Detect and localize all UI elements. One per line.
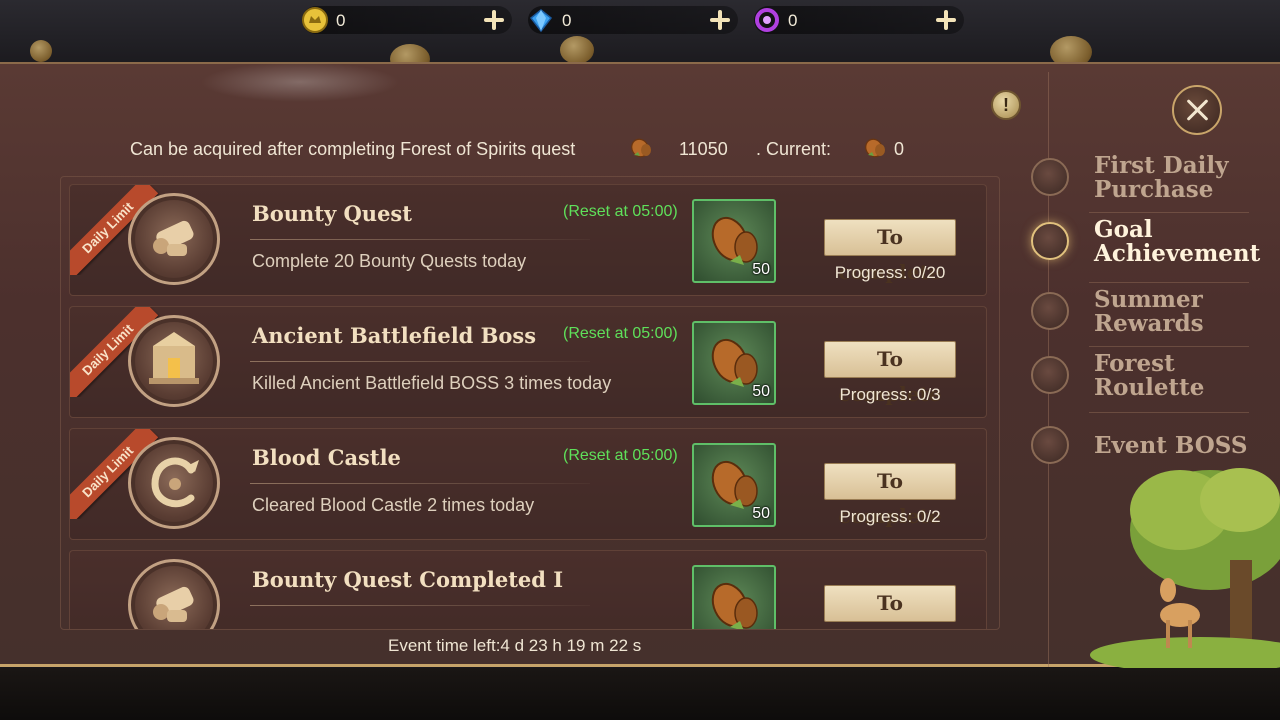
scroll-icon [128, 193, 220, 285]
side-label-line: Roulette [1094, 374, 1205, 401]
side-item-label: First Daily Purchase [1094, 154, 1228, 202]
requirement-text: Can be acquired after completing Forest … [130, 139, 576, 159]
scroll-icon [128, 559, 220, 629]
side-item-forest-roulette[interactable]: Forest Roulette [1031, 352, 1280, 416]
diamond-icon [529, 9, 553, 33]
quest-description: Killed Ancient Battlefield BOSS 3 times … [252, 373, 612, 393]
event-time-left: Event time left:4 d 23 h 19 m 22 s [388, 636, 642, 655]
panel-shine [200, 62, 400, 102]
title-divider [250, 605, 590, 606]
gold-amount: 0 [336, 11, 346, 30]
seed-icon [631, 138, 651, 158]
quest-reset-time: (Reset at 05:00) [563, 447, 678, 464]
requirement-amount: 11050 [679, 139, 728, 159]
card-icon [1031, 222, 1069, 260]
side-item-label: Goal Achievement [1094, 218, 1260, 266]
divider [1089, 346, 1249, 347]
divider [1089, 282, 1249, 283]
quest-row: Bounty Quest Completed I To complete [69, 550, 987, 629]
diamond-amount: 0 [562, 11, 572, 30]
reward-quantity: 50 [752, 505, 770, 522]
quest-progress: Progress: 0/20 [834, 263, 946, 282]
quest-reset-time: (Reset at 05:00) [563, 325, 678, 342]
currency-diamond: 0 [528, 6, 738, 34]
side-label-line: Achievement [1094, 240, 1261, 267]
to-complete-button[interactable]: To complete [824, 463, 956, 528]
demon-icon [1031, 426, 1069, 464]
quest-title: Bounty Quest Completed I [252, 567, 564, 592]
quest-title: Ancient Battlefield Boss [252, 323, 537, 348]
side-item-label: Forest Roulette [1094, 352, 1204, 400]
quest-description: Cleared Blood Castle 2 times today [252, 495, 535, 515]
to-complete-button[interactable]: To complete [824, 585, 956, 629]
side-item-summer-rewards[interactable]: Summer Rewards [1031, 288, 1280, 352]
quest-row: Daily Limit Blood Castle (Reset at 05:00… [69, 428, 987, 540]
currency-purple: 0 [754, 6, 964, 34]
quest-progress: Progress: 0/3 [839, 385, 941, 404]
side-label-line: Summer [1094, 286, 1203, 313]
title-divider [250, 483, 590, 484]
quest-title: Blood Castle [252, 445, 401, 470]
side-label-line: Purchase [1094, 176, 1214, 203]
quest-list[interactable]: Daily Limit Bounty Quest (Reset at 05:00… [60, 176, 1000, 630]
gold-coin-icon [302, 7, 328, 33]
add-diamond-button[interactable] [708, 8, 732, 32]
add-purple-button[interactable] [934, 8, 958, 32]
side-item-first-daily-purchase[interactable]: First Daily Purchase [1031, 152, 1280, 216]
bottom-bar [0, 668, 1280, 720]
divider [1089, 412, 1249, 413]
current-value: 0 [894, 139, 905, 159]
purple-gem-icon [755, 8, 779, 32]
shrine-icon [128, 315, 220, 407]
side-label-line: Goal [1094, 216, 1153, 243]
reward-item[interactable]: 50 [692, 443, 776, 527]
side-item-label: Summer Rewards [1094, 288, 1204, 336]
currency-gold: 0 [302, 6, 512, 34]
title-divider [250, 239, 590, 240]
quest-description: Complete 20 Bounty Quests today [252, 251, 527, 271]
reward-quantity: 50 [752, 383, 770, 400]
reward-quantity: 50 [752, 261, 770, 278]
side-label-line: First Daily [1094, 152, 1229, 179]
to-complete-button[interactable]: To complete [824, 219, 956, 284]
quest-row: Daily Limit Ancient Battlefield Boss (Re… [69, 306, 987, 418]
seed-icon [865, 138, 885, 158]
quest-progress: Progress: 0/2 [839, 507, 941, 526]
to-complete-button[interactable]: To complete [824, 341, 956, 406]
add-gold-button[interactable] [482, 8, 506, 32]
info-button[interactable]: ! [991, 90, 1021, 120]
purple-amount: 0 [788, 11, 798, 30]
gem-icon [1031, 158, 1069, 196]
reward-item[interactable]: 50 [692, 199, 776, 283]
reward-item[interactable] [692, 565, 776, 629]
side-item-goal-achievement[interactable]: Goal Achievement [1031, 216, 1280, 280]
seed-icon [711, 582, 758, 629]
side-label-line: Forest [1094, 350, 1175, 377]
side-label-line: Rewards [1094, 310, 1204, 337]
quest-reset-time: (Reset at 05:00) [563, 203, 678, 220]
divider [1089, 212, 1249, 213]
dragon-icon [128, 437, 220, 529]
quest-row: Daily Limit Bounty Quest (Reset at 05:00… [69, 184, 987, 296]
title-divider [250, 361, 590, 362]
wheel-icon [1031, 356, 1069, 394]
coin-decoration [30, 40, 52, 62]
tree-deer-illustration [1090, 468, 1280, 670]
current-label: . Current: [756, 139, 832, 159]
reward-item[interactable]: 50 [692, 321, 776, 405]
coin-decoration [560, 36, 594, 64]
shop-icon [1031, 292, 1069, 330]
quest-title: Bounty Quest [252, 201, 412, 226]
